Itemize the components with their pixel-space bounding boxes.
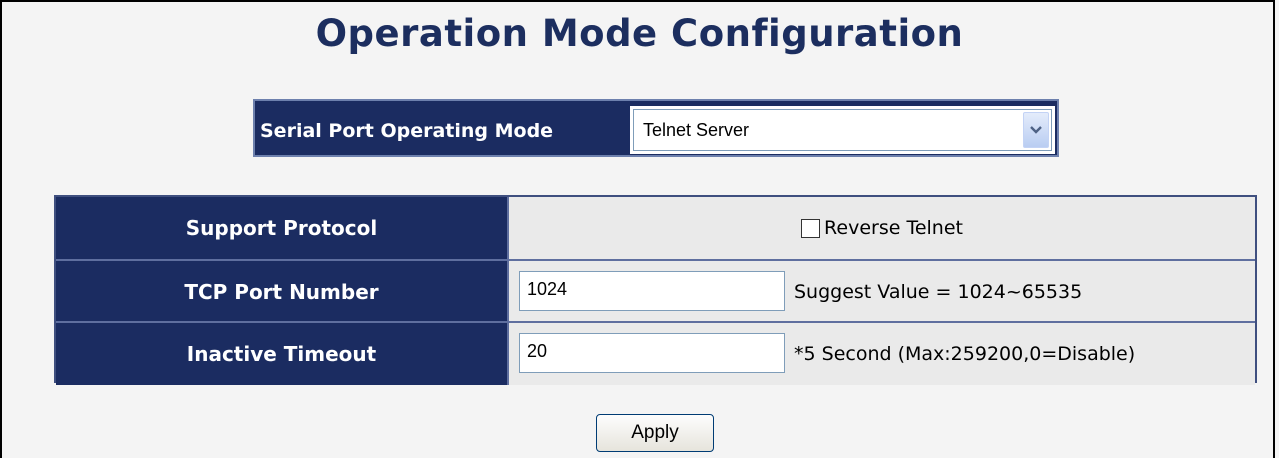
- operating-mode-value: Telnet Server: [643, 120, 750, 140]
- inactive-timeout-hint: *5 Second (Max:259200,0=Disable): [794, 343, 1136, 365]
- inactive-timeout-cell: 20 *5 Second (Max:259200,0=Disable): [509, 323, 1255, 385]
- inactive-timeout-label: Inactive Timeout: [56, 323, 509, 385]
- table-row-tcp-port: TCP Port Number 1024 Suggest Value = 102…: [56, 259, 1255, 323]
- mode-label: Serial Port Operating Mode: [260, 120, 554, 142]
- config-panel: Operation Mode Configuration Serial Port…: [0, 0, 1275, 458]
- tcp-port-label: TCP Port Number: [56, 261, 509, 323]
- table-row-inactive-timeout: Inactive Timeout 20 *5 Second (Max:25920…: [56, 321, 1255, 385]
- reverse-telnet-label[interactable]: Reverse Telnet: [824, 217, 963, 239]
- page-title: Operation Mode Configuration: [315, 12, 964, 55]
- apply-button[interactable]: Apply: [596, 414, 714, 452]
- tcp-port-input[interactable]: 1024: [519, 271, 785, 311]
- reverse-telnet-checkbox[interactable]: [801, 218, 821, 238]
- chevron-down-icon[interactable]: [1023, 112, 1049, 148]
- operating-mode-select[interactable]: Telnet Server: [630, 106, 1055, 154]
- tcp-port-cell: 1024 Suggest Value = 1024~65535: [509, 261, 1255, 323]
- table-row-support-protocol: Support Protocol Reverse Telnet: [56, 197, 1255, 259]
- support-protocol-label: Support Protocol: [56, 197, 509, 259]
- config-table: Support Protocol Reverse Telnet TCP Port…: [54, 195, 1257, 385]
- reverse-telnet-option[interactable]: Reverse Telnet: [509, 197, 1255, 259]
- inactive-timeout-input[interactable]: 20: [519, 333, 785, 373]
- support-protocol-cell: Reverse Telnet: [509, 197, 1255, 259]
- tcp-port-hint: Suggest Value = 1024~65535: [794, 281, 1083, 303]
